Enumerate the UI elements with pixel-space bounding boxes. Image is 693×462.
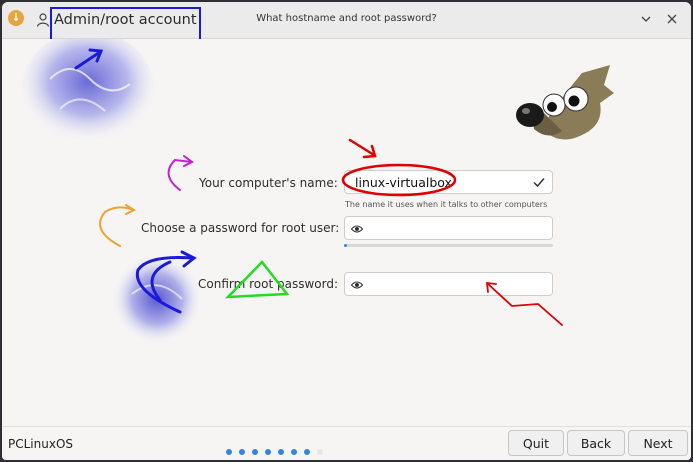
- installer-window: ↓ Admin/root account What hostname and r…: [2, 2, 691, 460]
- next-button[interactable]: Next: [628, 430, 688, 456]
- hostname-label: Your computer's name:: [199, 176, 338, 190]
- quit-button[interactable]: Quit: [508, 430, 564, 456]
- confirm-password-label: Confirm root password:: [198, 277, 338, 291]
- hostname-field[interactable]: linux-virtualbox: [344, 170, 553, 194]
- progress-dot: [239, 449, 245, 455]
- password-label: Choose a password for root user:: [141, 221, 340, 235]
- progress-dot: [291, 449, 297, 455]
- password-strength-bar: [344, 244, 553, 247]
- check-icon: [533, 178, 545, 188]
- main-content: Your computer's name: linux-virtualbox T…: [2, 39, 691, 426]
- titlebar: ↓ Admin/root account What hostname and r…: [2, 2, 691, 41]
- close-icon[interactable]: [664, 11, 680, 27]
- decorative-blob-top: [22, 39, 154, 143]
- progress-dot: [278, 449, 284, 455]
- progress-dot: [226, 449, 232, 455]
- progress-dot: [317, 449, 323, 455]
- password-strength-fill: [344, 244, 348, 247]
- brand-label: PCLinuxOS: [8, 437, 74, 451]
- password-field[interactable]: [344, 216, 553, 240]
- decorative-blob-bottom: [113, 255, 201, 343]
- hostname-value: linux-virtualbox: [355, 175, 452, 190]
- progress-dots: [226, 440, 330, 459]
- gimp-mascot: [516, 65, 614, 140]
- hostname-hint: The name it uses when it talks to other …: [345, 200, 548, 209]
- chevron-down-icon[interactable]: [638, 11, 654, 27]
- progress-dot: [252, 449, 258, 455]
- progress-dot: [265, 449, 271, 455]
- eye-icon[interactable]: [351, 224, 363, 234]
- confirm-password-field[interactable]: [344, 272, 553, 296]
- back-button[interactable]: Back: [567, 430, 625, 456]
- eye-icon[interactable]: [351, 280, 363, 290]
- progress-dot: [304, 449, 310, 455]
- footer-bar: PCLinuxOS Quit Back Next: [2, 426, 691, 460]
- window-title: What hostname and root password?: [256, 13, 437, 24]
